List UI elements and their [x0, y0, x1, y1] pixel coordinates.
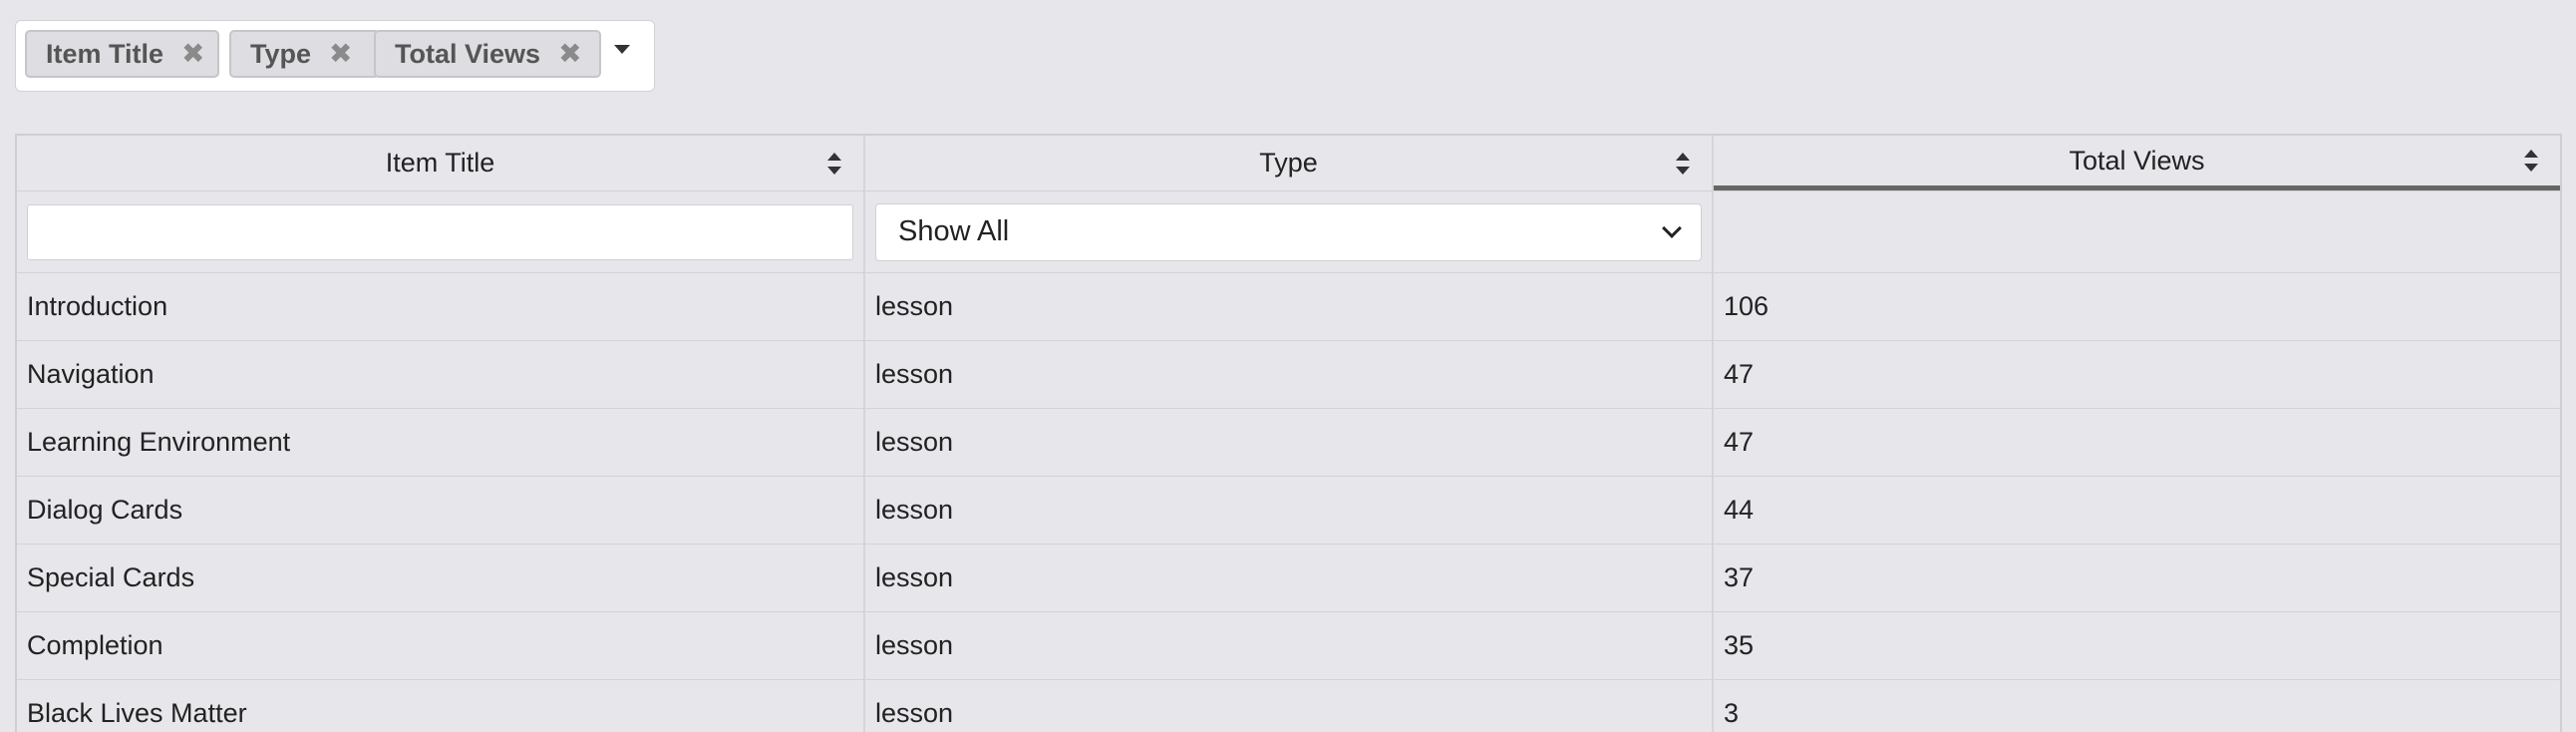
sort-icon[interactable] [1676, 152, 1690, 175]
cell-item-title: Black Lives Matter [17, 680, 865, 732]
cell-type: lesson [865, 612, 1714, 679]
header-label: Total Views [2069, 145, 2205, 176]
column-chip-type[interactable]: Type ✖ [229, 30, 380, 78]
header-label: Type [1259, 148, 1318, 178]
filter-cell-type: Show All [865, 191, 1714, 272]
remove-icon[interactable]: ✖ [329, 40, 352, 68]
cell-type: lesson [865, 341, 1714, 408]
remove-icon[interactable]: ✖ [558, 40, 581, 68]
cell-item-title: Learning Environment [17, 409, 865, 476]
cell-total-views: 35 [1724, 630, 1755, 660]
column-chooser-toggle[interactable] [602, 35, 642, 75]
sort-icon[interactable] [827, 152, 841, 175]
caret-down-icon [614, 45, 630, 54]
cell-item-title: Introduction [17, 273, 865, 340]
cell-total-views: 3 [1724, 698, 1740, 728]
table-row[interactable]: Completion lesson 35 [17, 612, 2560, 680]
cell-total-views: 37 [1724, 562, 1755, 592]
filter-row: Show All [17, 191, 2560, 273]
table-row[interactable]: Black Lives Matter lesson 3 [17, 680, 2560, 732]
table-row[interactable]: Learning Environment lesson 47 [17, 409, 2560, 477]
cell-total-views: 106 [1724, 291, 1770, 321]
column-chip-item-title[interactable]: Item Title ✖ [25, 30, 219, 78]
chip-label: Total Views [395, 38, 541, 69]
sort-icon[interactable] [2524, 150, 2538, 172]
chip-label: Type [250, 38, 312, 69]
table-row[interactable]: Navigation lesson 47 [17, 341, 2560, 409]
column-chooser: Item Title ✖ Type ✖ Total Views ✖ [15, 20, 655, 92]
cell-item-title: Navigation [17, 341, 865, 408]
select-value: Show All [898, 215, 1010, 247]
column-header-type[interactable]: Type [865, 136, 1714, 190]
cell-type: lesson [865, 680, 1714, 732]
title-filter-input[interactable] [27, 203, 853, 260]
chevron-down-icon [1662, 217, 1682, 238]
column-chip-total-views[interactable]: Total Views ✖ [374, 30, 601, 78]
type-filter-select[interactable]: Show All [875, 202, 1702, 261]
cell-type: lesson [865, 273, 1714, 340]
chip-label: Item Title [46, 38, 164, 69]
table-row[interactable]: Introduction lesson 106 [17, 273, 2560, 341]
cell-type: lesson [865, 545, 1714, 611]
header-label: Item Title [385, 148, 495, 178]
table-row[interactable]: Dialog Cards lesson 44 [17, 477, 2560, 545]
cell-item-title: Special Cards [17, 545, 865, 611]
cell-item-title: Dialog Cards [17, 477, 865, 544]
filter-cell-views [1714, 191, 2560, 272]
cell-type: lesson [865, 409, 1714, 476]
cell-total-views: 44 [1724, 495, 1755, 525]
cell-total-views: 47 [1724, 427, 1755, 457]
column-header-total-views[interactable]: Total Views [1714, 136, 2560, 190]
cell-total-views: 47 [1724, 359, 1755, 389]
column-header-item-title[interactable]: Item Title [17, 136, 865, 190]
cell-type: lesson [865, 477, 1714, 544]
filter-cell-title [17, 191, 865, 272]
table-row[interactable]: Special Cards lesson 37 [17, 545, 2560, 612]
data-table: Item Title Type Total Views Show All Int… [15, 134, 2562, 732]
remove-icon[interactable]: ✖ [181, 40, 204, 68]
cell-item-title: Completion [17, 612, 865, 679]
header-row: Item Title Type Total Views [17, 136, 2560, 191]
